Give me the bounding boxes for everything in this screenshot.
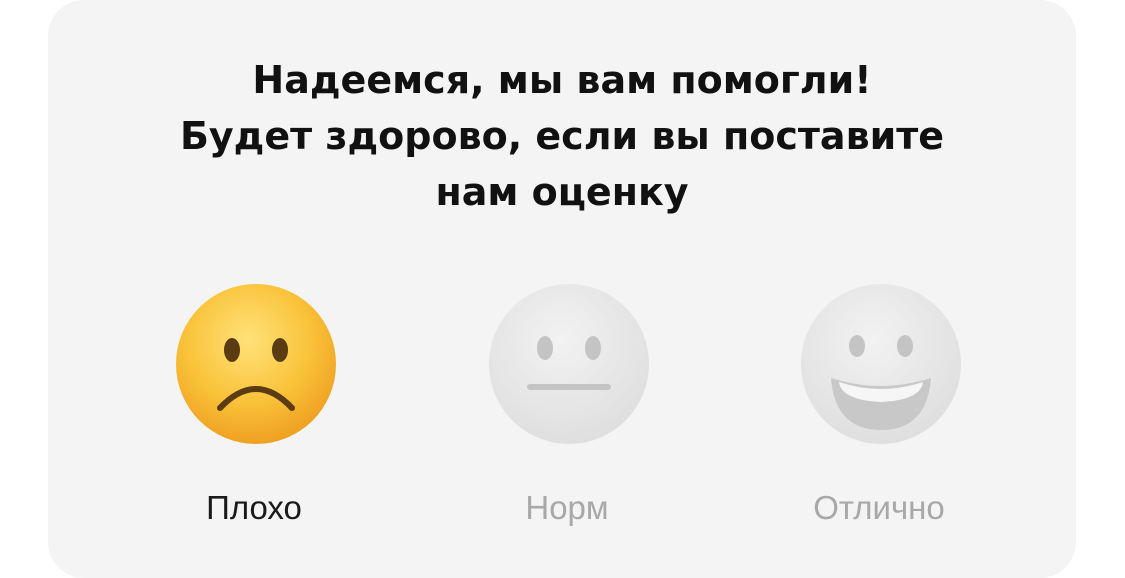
rating-option-great[interactable]: Отлично [759,282,999,542]
neutral-face-icon [489,284,649,444]
rating-label-bad: Плохо [206,489,302,526]
rating-dialog: Надеемся, мы вам помогли! Будет здорово,… [48,0,1076,578]
rating-option-bad[interactable]: Плохо [134,282,374,542]
rating-label-norm: Норм [525,489,609,526]
rating-option-norm[interactable]: Норм [447,282,687,542]
sad-face-icon [176,284,336,444]
title-line-3: нам оценку [435,170,689,214]
happy-face-icon [801,284,961,444]
title-line-1: Надеемся, мы вам помогли! [252,58,872,102]
dialog-title: Надеемся, мы вам помогли! Будет здорово,… [48,52,1076,220]
rating-label-great: Отлично [813,489,945,526]
title-line-2: Будет здорово, если вы поставите [179,114,945,158]
